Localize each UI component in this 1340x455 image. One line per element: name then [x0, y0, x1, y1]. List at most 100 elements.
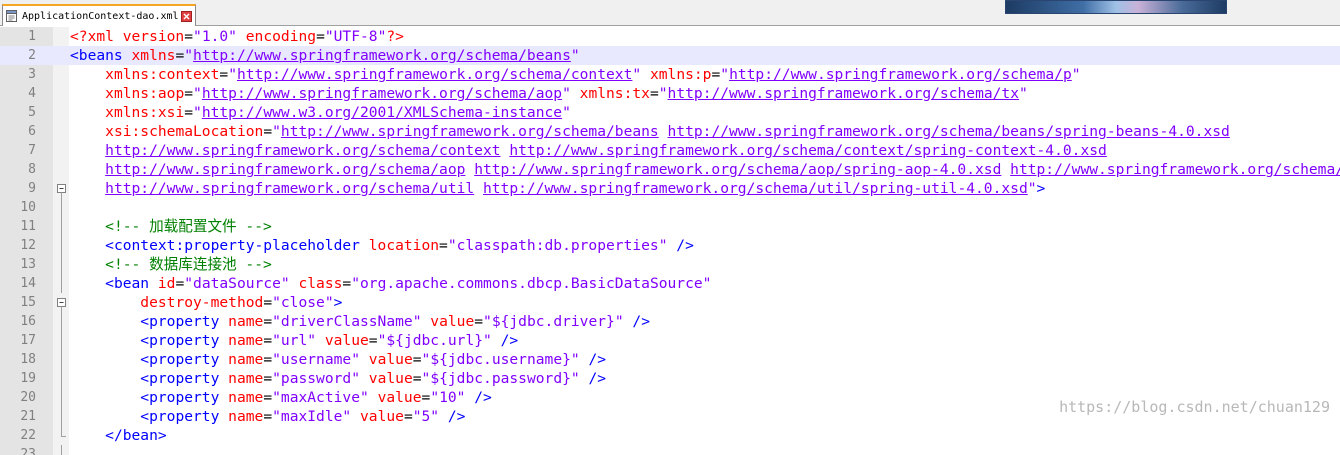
code-line[interactable]: 7 http://www.springframework.org/schema/… [0, 141, 1340, 160]
url-link[interactable]: http://www.springframework.org/schema/ut… [105, 180, 474, 197]
url-link[interactable]: http://www.springframework.org/schema/co… [105, 142, 500, 159]
code-line[interactable]: 15 destroy-method="close"> [0, 293, 1340, 312]
line-number: 22 [20, 428, 36, 443]
url-link[interactable]: http://www.springframework.org/schema/ao… [202, 85, 562, 102]
code-line[interactable]: 14 <bean id="dataSource" class="org.apac… [0, 274, 1340, 293]
code-line[interactable]: 16 <property name="driverClassName" valu… [0, 312, 1340, 331]
code-text: = [219, 66, 229, 83]
xml-attribute: xmlns [131, 47, 176, 64]
xml-attribute: value [324, 332, 369, 349]
attribute-value: "${jdbc.driver}" [483, 313, 624, 330]
attribute-value: " [272, 123, 281, 140]
xml-attribute: xmlns:tx [579, 85, 650, 102]
code-line[interactable]: 10 [0, 198, 1340, 217]
code-line[interactable]: 17 <property name="url" value="${jdbc.ur… [0, 331, 1340, 350]
tab-bar: ApplicationContext-dao.xml [0, 0, 1340, 26]
code-text: = [439, 237, 448, 254]
xml-tag: /> [632, 313, 650, 330]
code-text: = [368, 332, 378, 349]
url-link[interactable]: http://www.springframework.org/schema/co… [509, 142, 1106, 159]
attribute-value: " [184, 47, 194, 64]
code-line[interactable]: 23 [0, 445, 1340, 455]
code-line[interactable]: 1 <?xml version="1.0" encoding="UTF-8"?> [0, 27, 1340, 46]
xml-attribute: name [228, 370, 264, 387]
attribute-value: "org.apache.commons.dbcp.BasicDataSource… [351, 275, 712, 292]
url-link[interactable]: http://www.springframework.org/schema/ao… [105, 161, 465, 178]
attribute-value: " [193, 85, 202, 102]
attribute-value: "10" [430, 389, 466, 406]
code-text: = [412, 351, 422, 368]
fold-line [61, 236, 62, 255]
line-number: 2 [28, 48, 36, 63]
code-line[interactable]: 6 xsi:schemaLocation="http://www.springf… [0, 122, 1340, 141]
attribute-value: " [570, 47, 580, 64]
code-line[interactable]: 11 <!-- 加载配置文件 --> [0, 217, 1340, 236]
attribute-value: "username" [272, 351, 360, 368]
fold-toggle-icon[interactable] [56, 293, 68, 312]
code-line[interactable]: 3 xmlns:context="http://www.springframew… [0, 65, 1340, 84]
code-content: <property name="driverClassName" value="… [70, 312, 650, 331]
xml-tag: <bean [105, 275, 158, 292]
xml-tag: /> [588, 351, 607, 368]
url-link[interactable]: http://www.springframework.org/schema/ao… [474, 161, 1001, 178]
code-line[interactable]: 2 <beans xmlns="http://www.springframewor… [0, 46, 1340, 65]
attribute-value: " [632, 66, 642, 83]
code-line[interactable]: 8 http://www.springframework.org/schema/… [0, 160, 1340, 179]
xml-tag: <property [140, 370, 229, 387]
url-link[interactable]: http://www.springframework.org/schema/be… [281, 123, 659, 140]
tab-applicationcontext-dao[interactable]: ApplicationContext-dao.xml [2, 4, 196, 26]
code-editor[interactable]: 1 <?xml version="1.0" encoding="UTF-8"?> 2… [0, 27, 1340, 455]
attribute-value: "dataSource" [184, 275, 290, 292]
xml-attribute: value [430, 313, 475, 330]
code-text: = [711, 66, 721, 83]
close-icon[interactable] [181, 10, 192, 22]
code-content: <property name="url" value="${jdbc.url}"… [70, 331, 518, 350]
url-link[interactable]: http://www.springframework.org/schema/tx [668, 85, 1019, 102]
attribute-value: "driverClassName" [272, 313, 422, 330]
code-line[interactable]: 19 <property name="password" value="${jd… [0, 369, 1340, 388]
code-line[interactable]: 5 xmlns:xsi="http://www.w3.org/2001/XMLS… [0, 103, 1340, 122]
xml-tag: <beans [70, 47, 132, 64]
code-content: <beans xmlns="http://www.springframework… [70, 46, 580, 65]
code-line[interactable]: 13 <!-- 数据库连接池 --> [0, 255, 1340, 274]
code-line[interactable]: 9 http://www.springframework.org/schema/… [0, 179, 1340, 198]
xml-attribute: xmlns:p [649, 66, 712, 83]
code-line[interactable]: 4 xmlns:aop="http://www.springframework.… [0, 84, 1340, 103]
code-line[interactable]: 12 <context:property-placeholder locatio… [0, 236, 1340, 255]
url-link[interactable]: http://www.springframework.org/schema/p [729, 66, 1072, 83]
xml-attribute: name [228, 408, 264, 425]
code-content: <context:property-placeholder location="… [70, 236, 694, 255]
xml-attribute: xmlns:context [105, 66, 220, 83]
code-line[interactable]: 18 <property name="username" value="${jd… [0, 350, 1340, 369]
fold-toggle-icon[interactable] [56, 179, 68, 198]
code-content: <property name="password" value="${jdbc.… [70, 369, 606, 388]
url-link[interactable]: http://www.springframework.org/schema/co… [237, 66, 632, 83]
url-link[interactable]: http://www.springframework.org/schema/be… [193, 47, 571, 64]
code-content: xmlns:context="http://www.springframewor… [70, 65, 1080, 84]
code-content: <!-- 数据库连接池 --> [70, 255, 272, 274]
url-link[interactable]: http://www.springframework.org/schema/ut… [483, 180, 1028, 197]
url-link[interactable]: http://www.springframework.org/schema/be… [668, 123, 1230, 140]
code-content: http://www.springframework.org/schema/ao… [70, 160, 1340, 179]
xml-attribute: name [228, 351, 264, 368]
url-link[interactable]: http://www.springframework.org/schema/tx [1010, 161, 1340, 178]
xml-attribute: name [228, 332, 264, 349]
line-number: 8 [28, 162, 36, 177]
line-number: 19 [20, 371, 36, 386]
attribute-value: " [193, 104, 202, 121]
code-line[interactable]: 22 </bean> [0, 426, 1340, 445]
url-link[interactable]: http://www.w3.org/2001/XMLSchema-instanc… [202, 104, 562, 121]
fold-line [61, 388, 62, 407]
code-text: = [263, 408, 273, 425]
